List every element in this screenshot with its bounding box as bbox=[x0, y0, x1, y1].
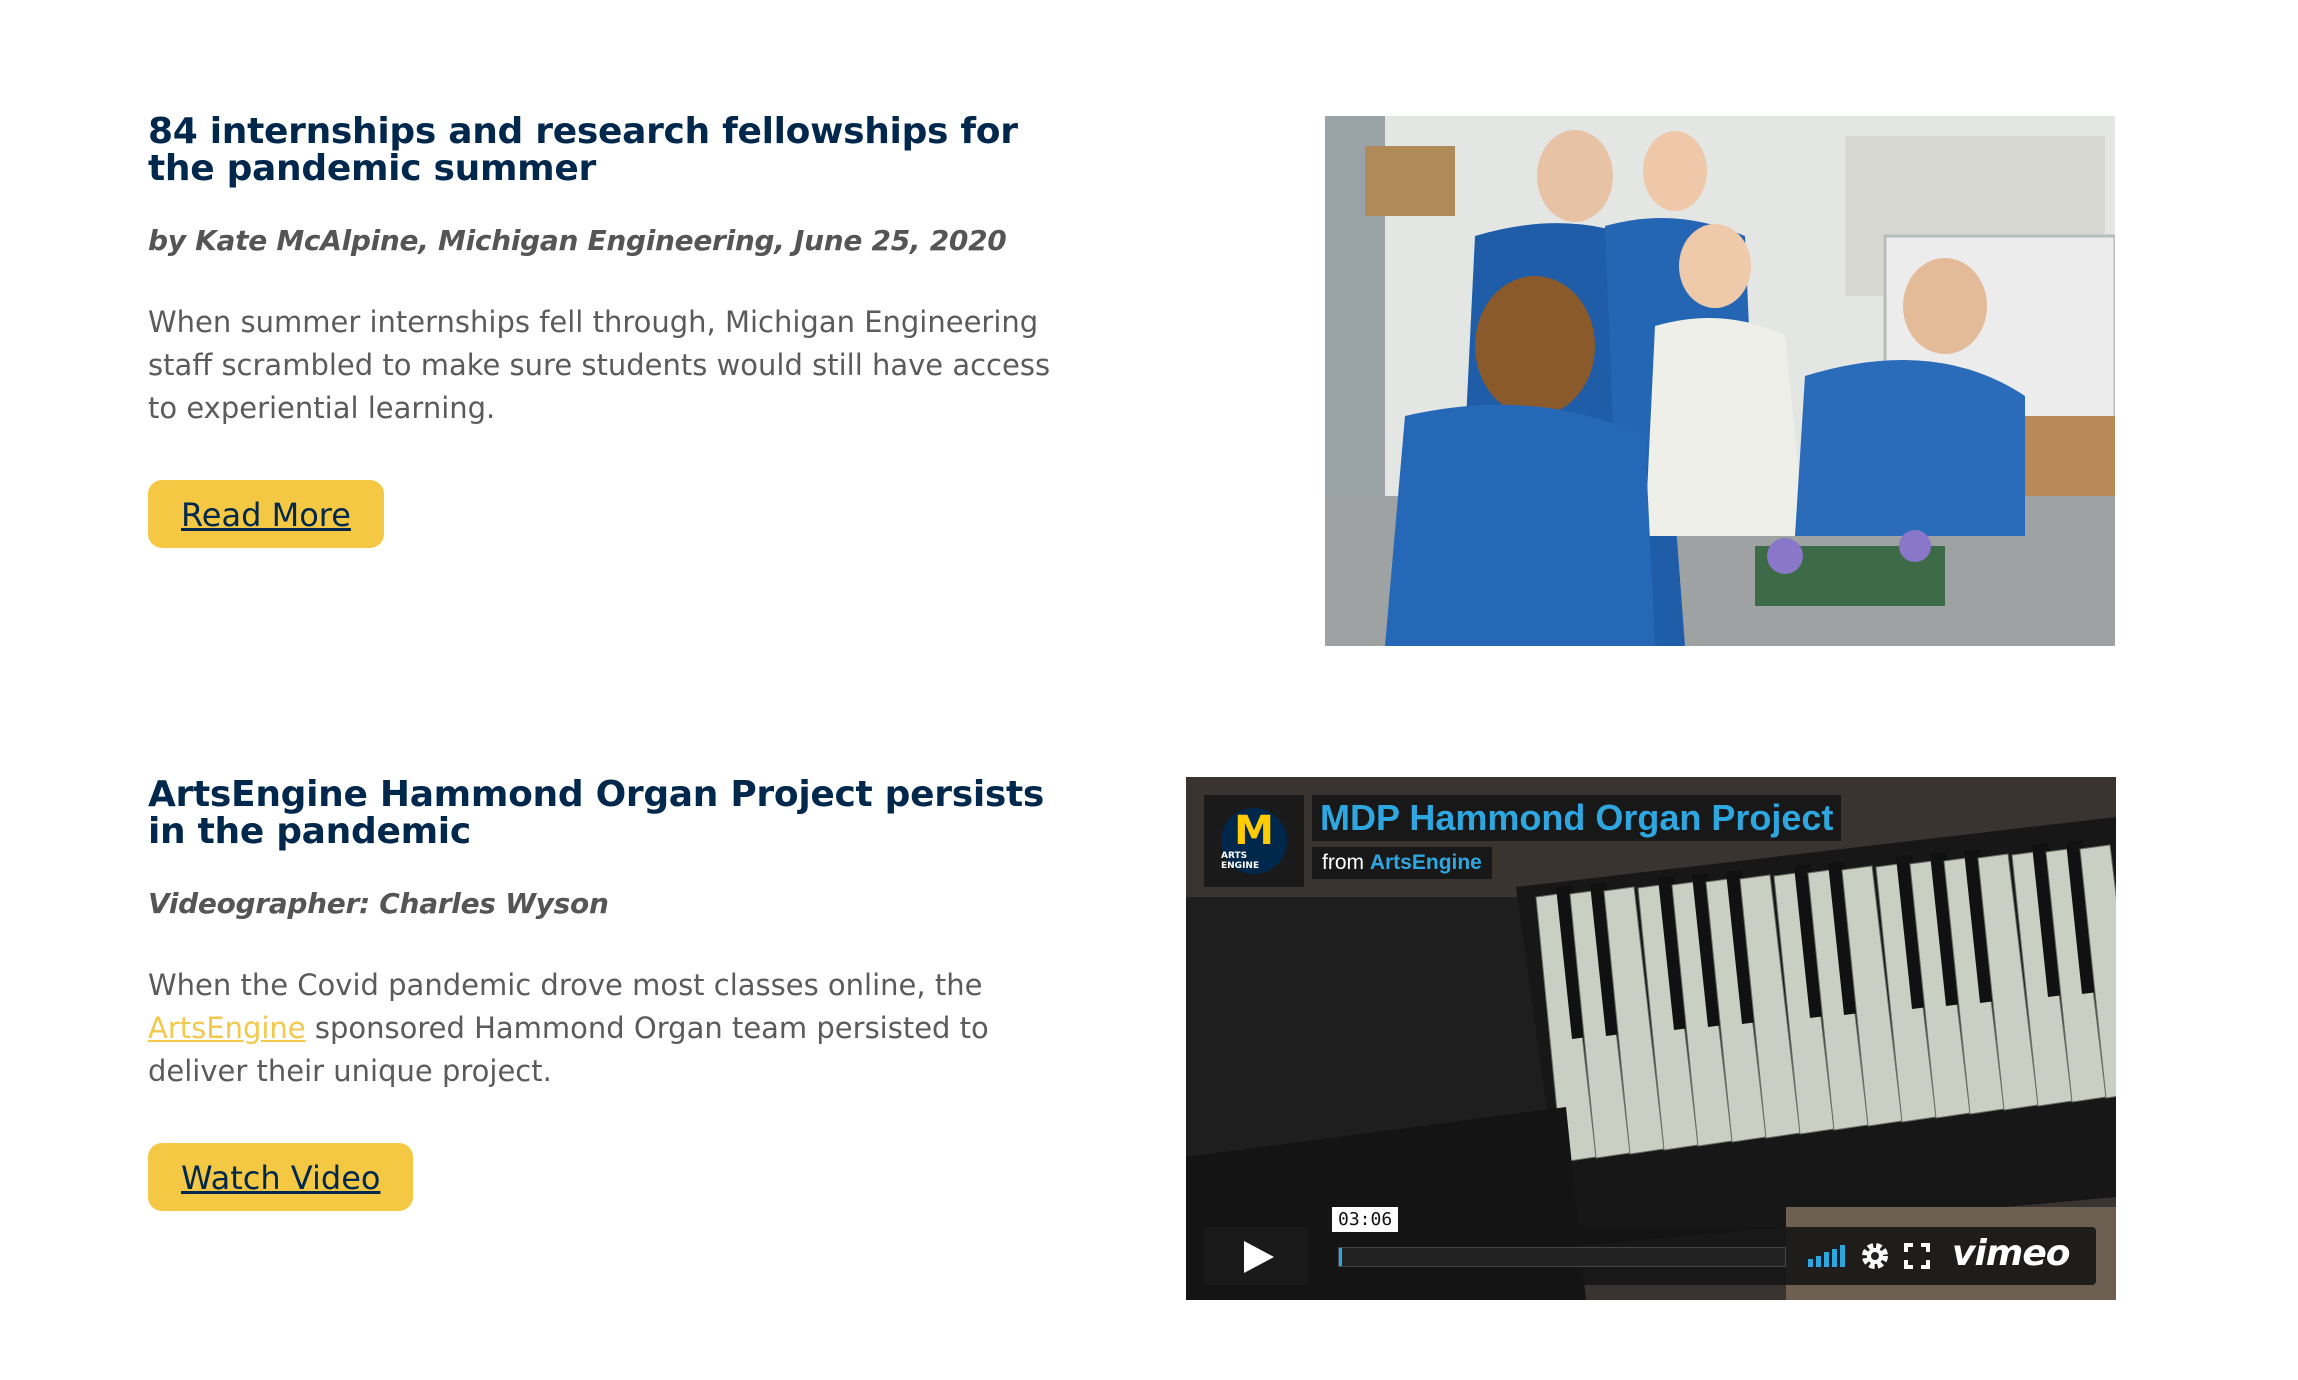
story-hammond-organ: ArtsEngine Hammond Organ Project persist… bbox=[148, 776, 1088, 1211]
story-blurb: When the Covid pandemic drove most class… bbox=[148, 964, 1088, 1093]
video-title[interactable]: MDP Hammond Organ Project bbox=[1312, 795, 1842, 841]
video-progress-bar[interactable] bbox=[1338, 1247, 1786, 1267]
from-label: from bbox=[1322, 851, 1364, 874]
story-title[interactable]: ArtsEngine Hammond Organ Project persist… bbox=[148, 776, 1088, 850]
story-photo-lab-students bbox=[1325, 116, 2115, 646]
video-duration: 03:06 bbox=[1332, 1207, 1399, 1232]
video-player[interactable]: M ARTS ENGINE MDP Hammond Organ Project f… bbox=[1186, 777, 2116, 1300]
vimeo-logo[interactable]: vimeo bbox=[1952, 1233, 2070, 1274]
artsengine-link[interactable]: ArtsEngine bbox=[148, 1011, 306, 1045]
logo-caption: ARTS ENGINE bbox=[1221, 851, 1260, 871]
video-header: M ARTS ENGINE MDP Hammond Organ Project f… bbox=[1204, 795, 1842, 887]
story-byline: by Kate McAlpine, Michigan Engineering, … bbox=[148, 224, 1007, 257]
video-controls: 03:06 vimeo bbox=[1204, 1207, 2096, 1285]
fullscreen-icon[interactable] bbox=[1904, 1243, 1930, 1269]
channel-link[interactable]: ArtsEngine bbox=[1370, 851, 1482, 874]
story-blurb: When summer internships fell through, Mi… bbox=[148, 305, 1051, 425]
play-button[interactable] bbox=[1204, 1227, 1308, 1285]
settings-gear-icon[interactable] bbox=[1860, 1241, 1890, 1271]
story-internships: 84 internships and research fellowships … bbox=[148, 113, 1088, 548]
blurb-text-before: When the Covid pandemic drove most class… bbox=[148, 968, 983, 1002]
read-more-button[interactable]: Read More bbox=[148, 480, 384, 548]
watch-video-button[interactable]: Watch Video bbox=[148, 1143, 414, 1211]
logo-letter: M bbox=[1234, 808, 1274, 854]
volume-icon[interactable] bbox=[1808, 1245, 1848, 1267]
story-title[interactable]: 84 internships and research fellowships … bbox=[148, 113, 1088, 187]
channel-logo[interactable]: M ARTS ENGINE bbox=[1204, 795, 1304, 887]
story-byline: Videographer: Charles Wyson bbox=[148, 887, 609, 920]
play-icon bbox=[1244, 1241, 1274, 1273]
video-from: from ArtsEngine bbox=[1312, 847, 1492, 879]
